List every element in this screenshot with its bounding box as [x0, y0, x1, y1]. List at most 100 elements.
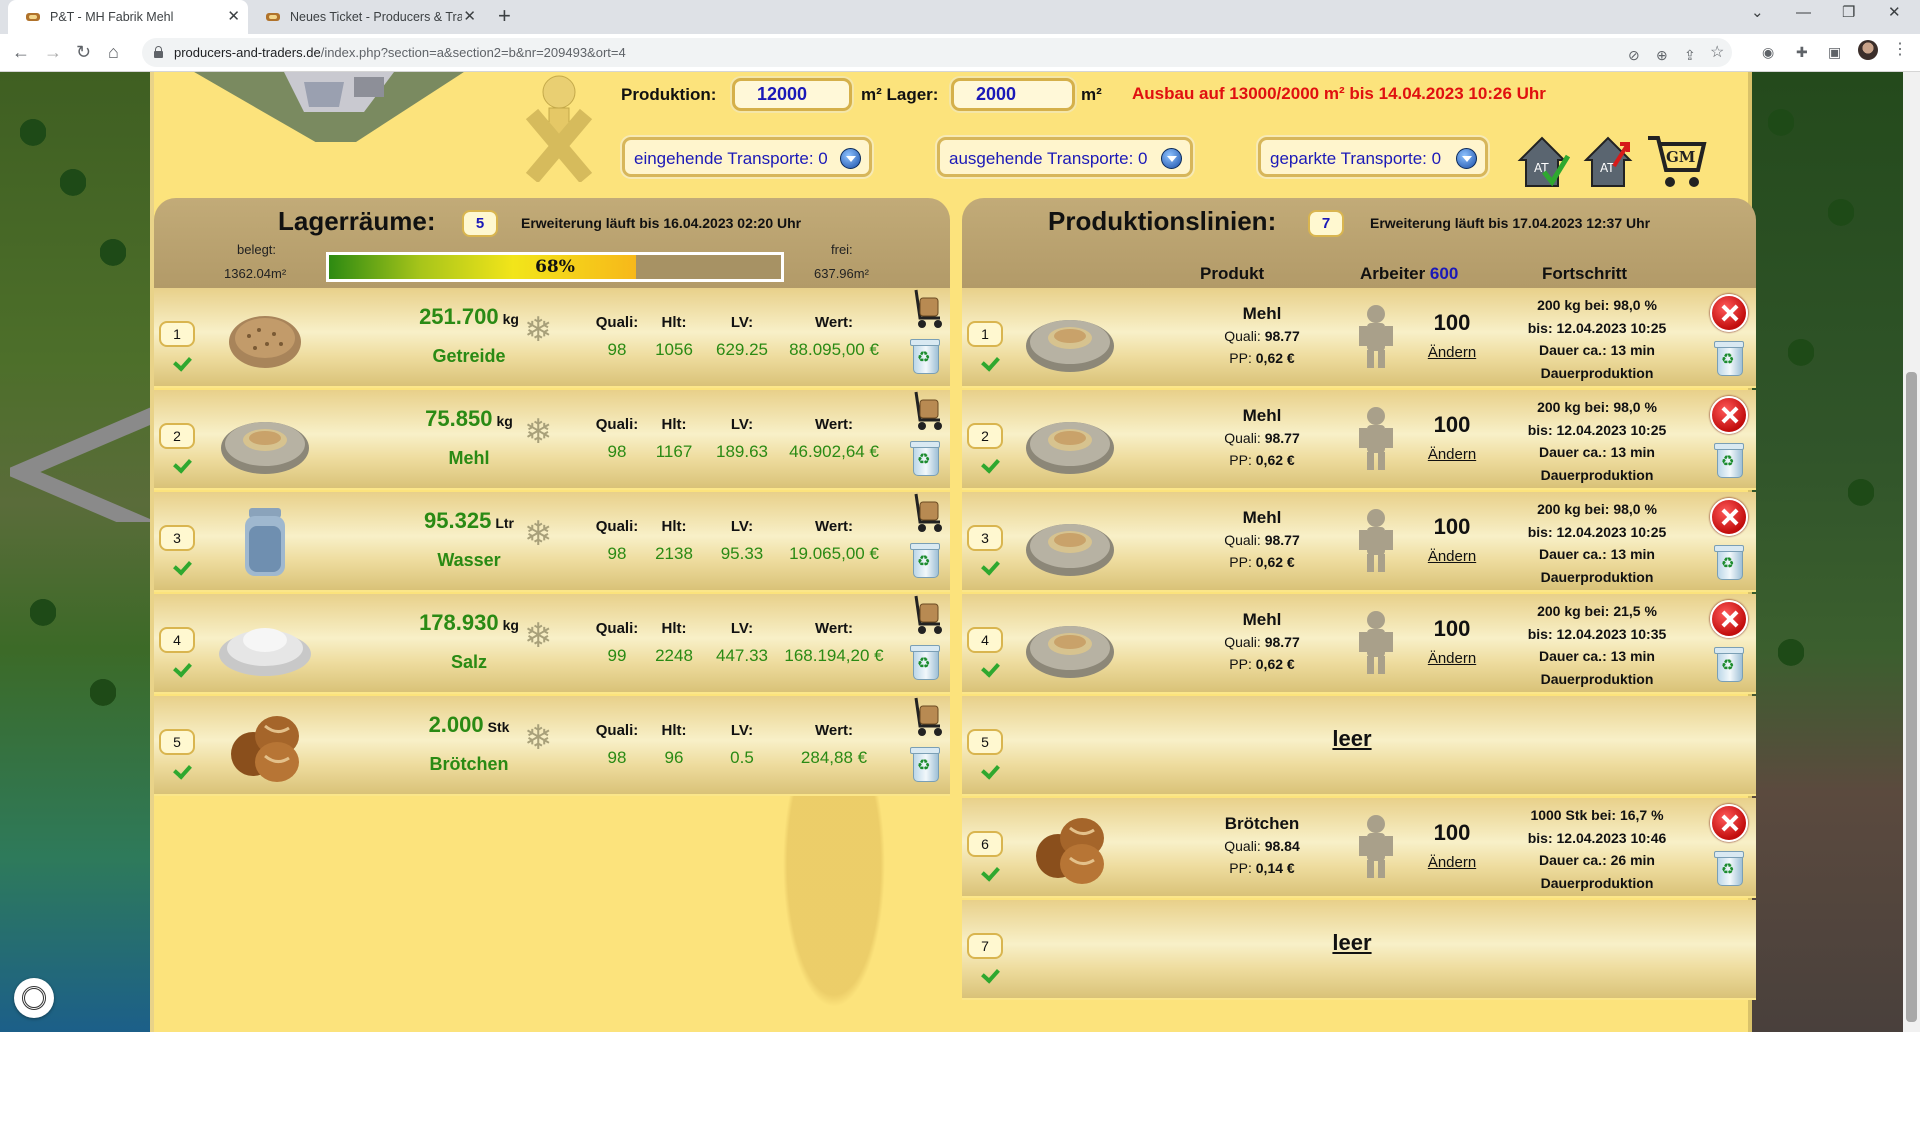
aendern-link[interactable]: Ändern [1412, 854, 1492, 871]
reload-button[interactable]: ↻ [76, 42, 91, 62]
snowflake-icon[interactable]: ❄ [524, 616, 553, 656]
puzzle-icon[interactable]: ✚ [1796, 44, 1808, 60]
trash-recycle-icon[interactable] [908, 438, 942, 476]
product-name: Mehl [1242, 406, 1282, 425]
house-check-icon[interactable]: AT [1514, 130, 1570, 190]
aendern-link[interactable]: Ändern [1412, 344, 1492, 361]
lager-label: m² Lager: [861, 85, 939, 104]
cancel-production-icon[interactable] [1710, 498, 1748, 536]
sidepanel-icon[interactable]: ▣ [1828, 44, 1841, 60]
progress-p2: bis: 12.04.2023 10:46 [1527, 829, 1667, 846]
chevron-down-icon[interactable] [1456, 148, 1477, 169]
forward-button[interactable]: → [44, 42, 62, 62]
snowflake-icon[interactable]: ❄ [524, 514, 553, 554]
m2-label: m² [1081, 85, 1102, 104]
quali-value: 98.77 [1264, 430, 1300, 446]
trash-recycle-icon[interactable] [1712, 338, 1746, 376]
cart-icon[interactable] [906, 594, 946, 636]
row-number-badge: 5 [967, 729, 1003, 755]
trash-recycle-icon[interactable] [908, 540, 942, 578]
cancel-production-icon[interactable] [1710, 600, 1748, 638]
cart-icon[interactable] [906, 288, 946, 330]
progress-p3: Dauer ca.: 26 min [1539, 852, 1655, 868]
produktion-area-field[interactable]: 12000 [732, 78, 852, 111]
product-pp: PP: 0,14 € [1187, 860, 1337, 876]
page-scrollbar[interactable] [1903, 72, 1920, 1032]
eye-off-icon[interactable]: ⊘ [1628, 47, 1640, 63]
new-tab-button[interactable]: + [498, 5, 511, 27]
produktion-label: Produktion: [621, 85, 717, 104]
url-path: /index.php?section=a&section2=b&nr=20949… [320, 45, 626, 60]
aendern-link[interactable]: Ändern [1412, 446, 1492, 463]
fingerprint-icon[interactable] [14, 978, 54, 1018]
product-quali: Quali: 98.77 [1187, 328, 1337, 344]
lager-area-field[interactable]: 2000 [951, 78, 1075, 111]
incoming-transports-label: eingehende Transporte: 0 [634, 149, 828, 168]
background-landscape-left [0, 72, 160, 1032]
snowflake-icon[interactable]: ❄ [524, 718, 553, 758]
aendern-link[interactable]: Ändern [1412, 548, 1492, 565]
belegt-value: 1362.04m² [224, 266, 287, 281]
menu-icon[interactable]: ⋮ [1892, 42, 1908, 58]
trash-recycle-icon[interactable] [908, 744, 942, 782]
empty-line-link[interactable]: leer [1292, 930, 1412, 956]
cart-icon[interactable] [906, 390, 946, 432]
aendern-link[interactable]: Ändern [1412, 650, 1492, 667]
minimize-button[interactable]: — [1796, 4, 1811, 22]
gm-cart-icon[interactable]: GM [1646, 130, 1708, 190]
chevron-down-icon[interactable] [1161, 148, 1182, 169]
house-up-icon[interactable]: AT [1580, 130, 1636, 190]
snowflake-icon[interactable]: ❄ [524, 412, 553, 452]
cancel-production-icon[interactable] [1710, 294, 1748, 332]
progress-info: 200 kg bei: 98,0 % bis: 12.04.2023 10:25 D… [1502, 294, 1692, 384]
tab-inactive[interactable]: Neues Ticket - Producers & Trade ✕ [248, 0, 484, 34]
trash-recycle-icon[interactable] [908, 336, 942, 374]
outgoing-transports-dropdown[interactable]: ausgehende Transporte: 0 [937, 137, 1193, 177]
back-button[interactable]: ← [12, 42, 30, 62]
cart-icon[interactable] [906, 492, 946, 534]
tab-search-icon[interactable]: ⌄ [1751, 4, 1764, 22]
cancel-production-icon[interactable] [1710, 804, 1748, 842]
hlt-value: 2138 [655, 544, 693, 563]
quali-label: Quali: [1224, 328, 1261, 344]
avatar[interactable] [1858, 40, 1878, 60]
trash-recycle-icon[interactable] [908, 642, 942, 680]
snowflake-icon[interactable]: ❄ [524, 310, 553, 350]
trash-recycle-icon[interactable] [1712, 542, 1746, 580]
flour-icon [1024, 400, 1116, 480]
wert-value: 284,88 € [800, 748, 868, 767]
url-host: producers-and-traders.de [174, 45, 321, 60]
background-landscape-right [1748, 72, 1920, 1032]
share-icon[interactable]: ⇪ [1684, 47, 1696, 63]
star-icon[interactable]: ☆ [1710, 45, 1724, 61]
lv-label: LV: [730, 314, 754, 331]
tab-title: P&T - MH Fabrik Mehl [50, 10, 174, 24]
close-window-button[interactable]: ✕ [1888, 4, 1901, 22]
hlt-value: 1056 [655, 340, 693, 359]
extension-alert-icon[interactable]: ◉ [1762, 44, 1774, 60]
progress-p1: 200 kg bei: 21,5 % [1537, 603, 1657, 619]
trash-recycle-icon[interactable] [1712, 440, 1746, 478]
checkmark-icon [982, 560, 1000, 572]
scrollbar-thumb[interactable] [1906, 372, 1917, 1022]
empty-line-link[interactable]: leer [1292, 726, 1412, 752]
parked-transports-dropdown[interactable]: geparkte Transporte: 0 [1258, 137, 1488, 177]
product-quali: Quali: 98.77 [1187, 532, 1337, 548]
address-bar[interactable]: producers-and-traders.de/index.php?secti… [142, 38, 1732, 67]
tab-close-icon[interactable]: ✕ [463, 8, 476, 26]
trash-recycle-icon[interactable] [1712, 848, 1746, 886]
lager-row: 3 95.325 Ltr Wasser ❄ Quali: 98 Hlt: 2138 LV: 95.3… [154, 492, 950, 592]
cancel-production-icon[interactable] [1710, 396, 1748, 434]
lock-icon[interactable] [154, 46, 163, 58]
cart-icon[interactable] [906, 696, 946, 738]
tab-close-icon[interactable]: ✕ [227, 8, 240, 26]
zoom-icon[interactable]: ⊕ [1656, 47, 1668, 63]
tab-active[interactable]: P&T - MH Fabrik Mehl ✕ [8, 0, 248, 34]
quantity-unit: Ltr [495, 515, 514, 531]
flour-icon [219, 400, 311, 480]
trash-recycle-icon[interactable] [1712, 644, 1746, 682]
incoming-transports-dropdown[interactable]: eingehende Transporte: 0 [622, 137, 872, 177]
restore-button[interactable]: ❐ [1842, 4, 1855, 22]
chevron-down-icon[interactable] [840, 148, 861, 169]
home-button[interactable]: ⌂ [108, 42, 119, 62]
